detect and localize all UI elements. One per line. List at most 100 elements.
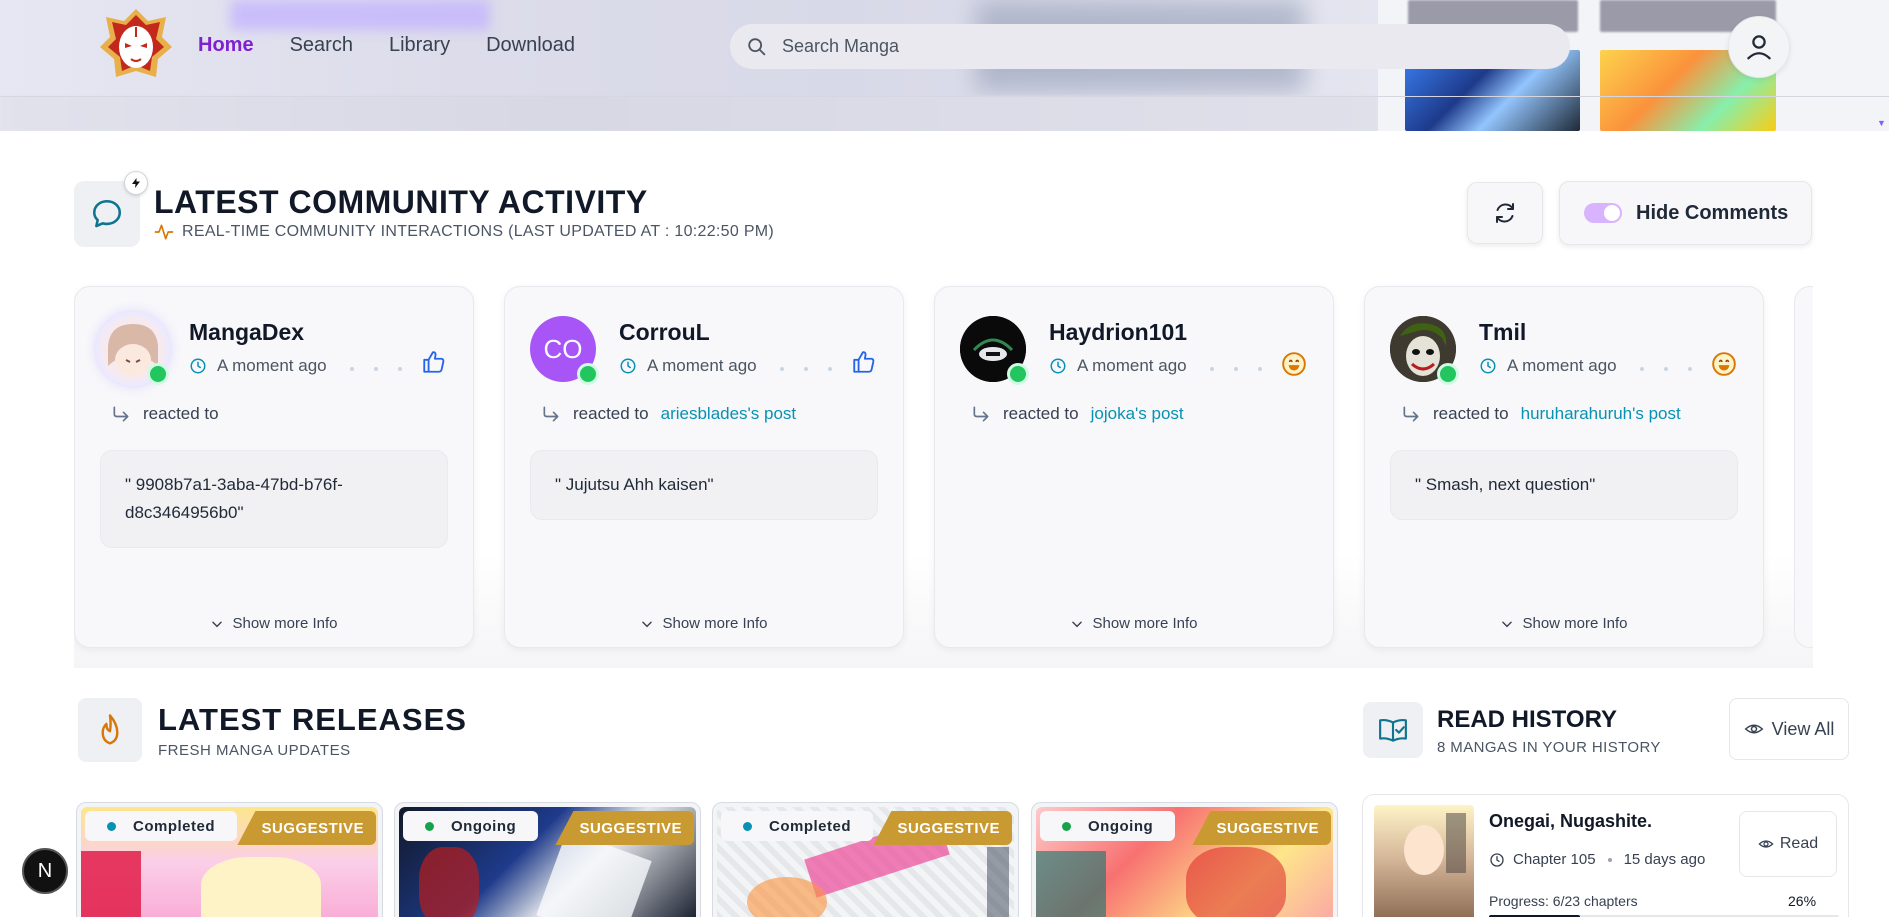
separator-dots — [350, 367, 402, 371]
view-all-button[interactable]: View All — [1729, 698, 1849, 760]
username[interactable]: Haydrion101 — [1049, 319, 1187, 346]
post-link[interactable]: huruharahuruh's post — [1521, 404, 1681, 424]
read-label: Read — [1779, 835, 1819, 852]
chapter-info: Chapter 105 15 days ago — [1489, 851, 1705, 868]
main-nav: Home Search Library Download — [198, 34, 575, 57]
manga-cover[interactable] — [1374, 805, 1474, 917]
online-status-indicator — [147, 363, 169, 385]
history-subtitle: 8 MANGAS IN YOUR HISTORY — [1437, 739, 1661, 756]
reply-arrow-icon — [113, 406, 129, 422]
separator-dots — [780, 367, 832, 371]
status-text: Ongoing — [1088, 817, 1154, 835]
eye-icon — [1758, 840, 1774, 848]
refresh-icon — [1496, 203, 1514, 223]
hide-comments-label: Hide Comments — [1636, 201, 1789, 224]
action-text: reacted to — [1433, 404, 1509, 423]
lightning-icon — [124, 171, 148, 195]
history-item[interactable]: Onegai, Nugashite. Chapter 105 15 days a… — [1362, 794, 1849, 917]
chevron-down-icon — [212, 621, 223, 627]
show-more-info-button[interactable]: Show more Info — [75, 615, 473, 632]
username[interactable]: CorrouL — [619, 319, 710, 346]
view-all-label: View All — [1771, 718, 1835, 739]
release-card[interactable]: Completed SUGGESTIVE — [76, 802, 383, 917]
clock-icon — [620, 358, 636, 374]
release-card[interactable]: Ongoing SUGGESTIVE — [1031, 802, 1338, 917]
status-text: Completed — [133, 817, 216, 835]
site-logo[interactable] — [98, 7, 174, 85]
history-title: READ HISTORY — [1437, 706, 1618, 733]
scroll-down-icon[interactable]: ▼ — [1877, 118, 1886, 128]
show-more-label: Show more Info — [662, 615, 768, 632]
progress-percent: 26% — [1788, 893, 1817, 909]
clock-icon — [1490, 852, 1504, 867]
content-rating-badge: SUGGESTIVE — [1192, 811, 1331, 845]
eye-icon — [1744, 724, 1764, 734]
status-text: Completed — [769, 817, 852, 835]
post-link[interactable]: jojoka's post — [1091, 404, 1184, 424]
action-text: reacted to — [1003, 404, 1079, 423]
activity-card: Tmil A moment ago reacted to huruharahur… — [1364, 286, 1764, 648]
status-badge: Ongoing — [403, 811, 539, 841]
nav-link-library[interactable]: Library — [389, 34, 450, 57]
community-subtitle: REAL-TIME COMMUNITY INTERACTIONS (LAST U… — [154, 223, 774, 241]
separator-dots — [1210, 367, 1262, 371]
status-text: Ongoing — [451, 817, 517, 835]
chapter-text: Chapter 105 — [1513, 851, 1596, 868]
nav-blur-decoration — [230, 0, 490, 30]
activity-card-partial[interactable] — [1794, 286, 1813, 648]
action-text: reacted to — [143, 404, 219, 423]
search-input[interactable] — [782, 36, 1482, 57]
avatar-initials: CO — [543, 333, 583, 364]
activity-action: reacted to — [111, 404, 219, 424]
clock-icon — [1480, 358, 1496, 374]
progress-text: Progress: 6/23 chapters — [1489, 893, 1638, 909]
nav-link-download[interactable]: Download — [486, 34, 575, 57]
activity-action: reacted to jojoka's post — [971, 404, 1184, 424]
activity-action: reacted to ariesblades's post — [541, 404, 796, 424]
action-text: reacted to — [573, 404, 649, 423]
status-badge: Completed — [721, 811, 874, 841]
reply-arrow-icon — [543, 406, 559, 422]
release-card[interactable]: Ongoing SUGGESTIVE — [394, 802, 701, 917]
laugh-emoji-icon — [1282, 352, 1306, 376]
online-status-indicator — [1437, 363, 1459, 385]
content-rating-badge: SUGGESTIVE — [555, 811, 694, 845]
nav-link-home[interactable]: Home — [198, 34, 254, 57]
username[interactable]: MangaDex — [189, 319, 304, 346]
user-icon — [1747, 35, 1771, 60]
status-badge: Ongoing — [1040, 811, 1176, 841]
activity-time: A moment ago — [1049, 356, 1187, 376]
activity-card: Haydrion101 A moment ago reacted to jojo… — [934, 286, 1334, 648]
dev-tools-button[interactable]: N — [22, 848, 68, 894]
chevron-down-icon — [642, 621, 653, 627]
hide-comments-toggle[interactable]: Hide Comments — [1559, 181, 1812, 245]
releases-title: LATEST RELEASES — [158, 702, 467, 737]
show-more-label: Show more Info — [232, 615, 338, 632]
status-badge: Completed — [85, 811, 238, 841]
toggle-switch[interactable] — [1584, 203, 1622, 223]
post-link[interactable]: ariesblades's post — [661, 404, 797, 424]
search-icon — [748, 37, 766, 55]
flame-icon — [78, 698, 142, 762]
refresh-button[interactable] — [1467, 182, 1543, 244]
comment-quote: " Smash, next question" — [1390, 450, 1738, 520]
username[interactable]: Tmil — [1479, 319, 1526, 346]
community-subtitle-text: REAL-TIME COMMUNITY INTERACTIONS (LAST U… — [182, 223, 775, 240]
time-text: A moment ago — [217, 356, 327, 375]
show-more-info-button[interactable]: Show more Info — [505, 615, 903, 632]
manga-title[interactable]: Onegai, Nugashite. — [1489, 811, 1652, 832]
show-more-info-button[interactable]: Show more Info — [1365, 615, 1763, 632]
search-bar[interactable] — [730, 24, 1570, 69]
show-more-label: Show more Info — [1092, 615, 1198, 632]
show-more-info-button[interactable]: Show more Info — [935, 615, 1333, 632]
release-card[interactable]: Completed SUGGESTIVE — [712, 802, 1019, 917]
chevron-down-icon — [1072, 621, 1083, 627]
activity-time: A moment ago — [189, 356, 327, 376]
time-text: A moment ago — [1077, 356, 1187, 375]
activity-card: MangaDex A moment ago reacted to " 9908b… — [74, 286, 474, 648]
content-rating-badge: SUGGESTIVE — [873, 811, 1012, 845]
nav-link-search[interactable]: Search — [290, 34, 353, 57]
read-button[interactable]: Read — [1739, 811, 1837, 877]
comment-quote: " 9908b7a1-3aba-47bd-b76f-d8c3464956b0" — [100, 450, 448, 548]
user-menu-button[interactable] — [1728, 16, 1790, 78]
